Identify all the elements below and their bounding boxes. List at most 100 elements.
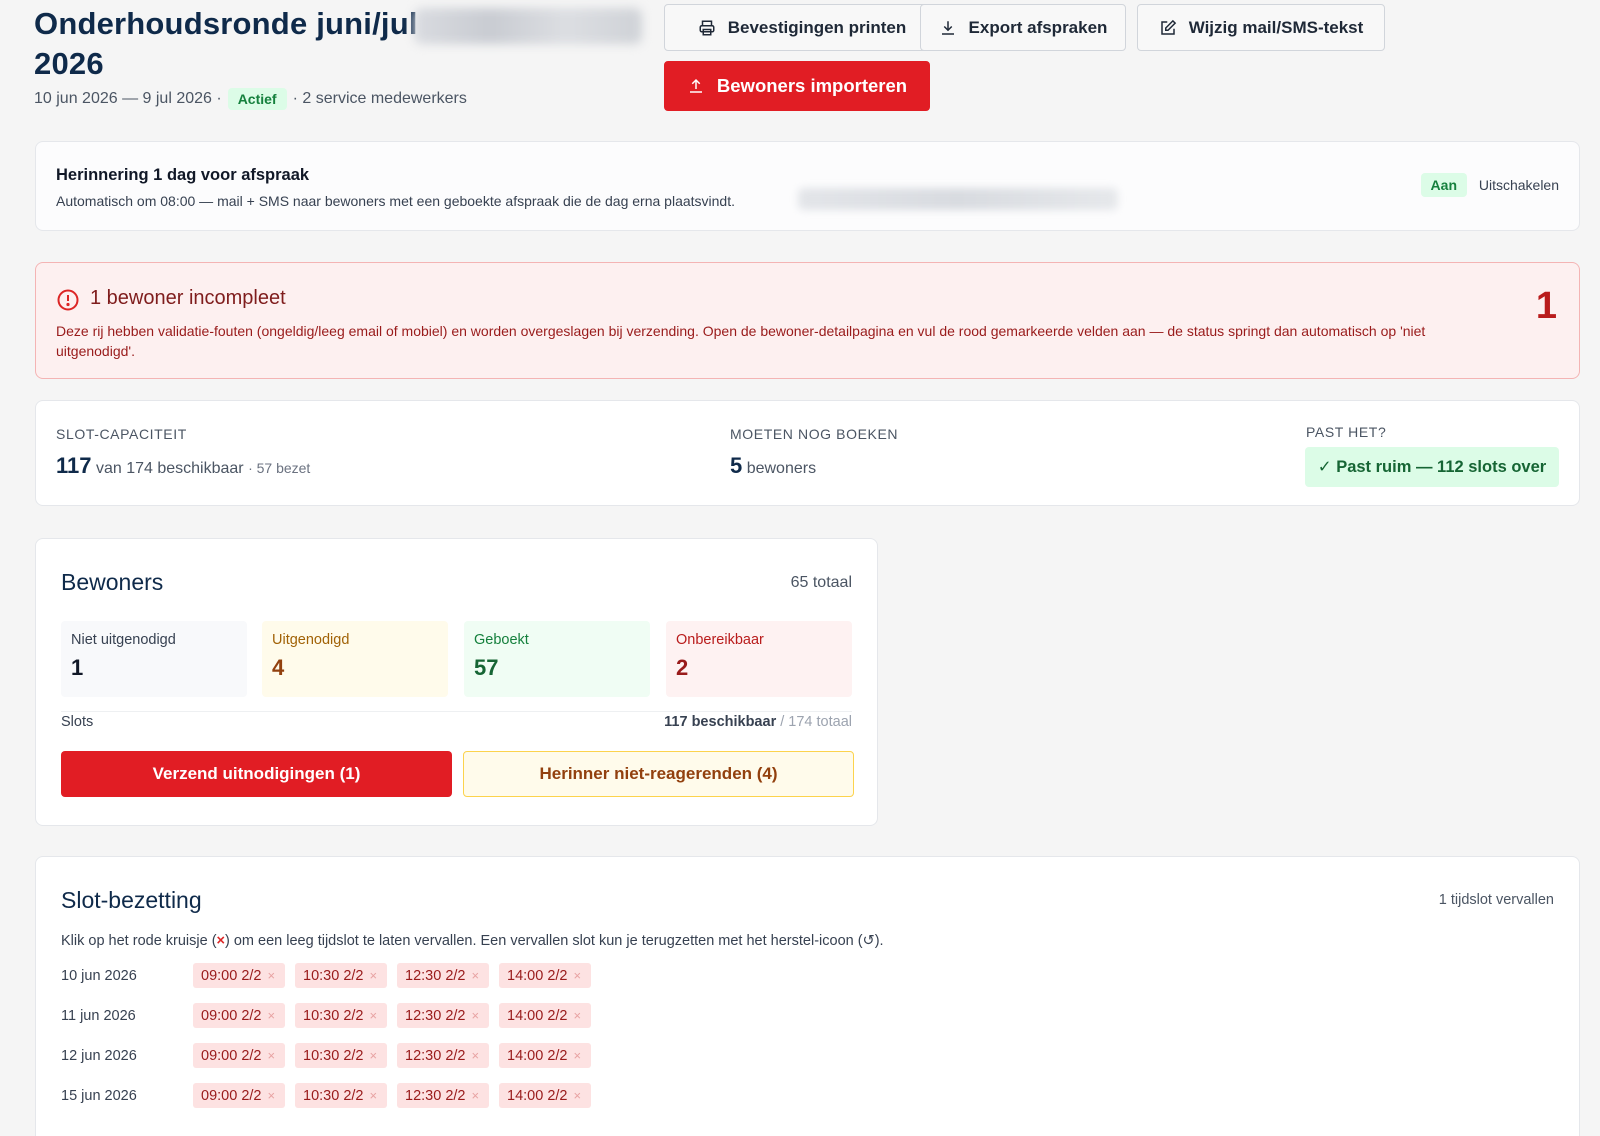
time-slot-chip[interactable]: 14:00 2/2 ×	[499, 1043, 591, 1068]
remove-slot-icon[interactable]: ×	[267, 968, 275, 983]
edit-message-text-button[interactable]: Wijzig mail/SMS-tekst	[1137, 4, 1385, 51]
red-x-icon: ×	[216, 933, 226, 949]
expired-slots-count: 1 tijdslot vervallen	[1438, 892, 1554, 908]
slot-day-row: 11 jun 2026 09:00 2/2 × 10:30 2/2 × 12:30 2/2…	[61, 1003, 601, 1028]
slot-occupancy-title: Slot-bezetting	[61, 887, 202, 913]
round-meta: 10 jun 2026 — 9 jul 2026 · Actief · 2 se…	[34, 86, 467, 112]
stat-label: Uitgenodigd	[272, 632, 350, 648]
time-slot-chip[interactable]: 10:30 2/2 ×	[295, 1003, 387, 1028]
stat-value: 4	[272, 655, 285, 680]
printer-icon	[699, 20, 715, 35]
slots-available: 117 beschikbaar	[664, 714, 777, 730]
import-residents-button[interactable]: Bewoners importeren	[664, 61, 930, 111]
remove-slot-icon[interactable]: ×	[471, 968, 479, 983]
remove-slot-icon[interactable]: ×	[267, 1008, 275, 1023]
slots-of-total: van 174 beschikbaar	[95, 460, 244, 477]
fit-status-badge: ✓ Past ruim — 112 slots over	[1305, 447, 1559, 487]
time-slot-chip[interactable]: 12:30 2/2 ×	[397, 1043, 489, 1068]
help-text-part: ) om een leeg tijdslot te laten vervalle…	[225, 933, 884, 949]
date-range: 10 jun 2026 — 9 jul 2026 ·	[34, 90, 222, 107]
remove-slot-icon[interactable]: ×	[369, 1048, 377, 1063]
still-to-book-value: 5 bewoners	[730, 453, 816, 479]
alert-count: 1	[1535, 285, 1557, 327]
remove-slot-icon[interactable]: ×	[369, 1088, 377, 1103]
redacted-reminder-text	[798, 188, 1118, 210]
stat-invited[interactable]: Uitgenodigd 4	[262, 621, 448, 697]
send-invitations-button[interactable]: Verzend uitnodigingen (1)	[61, 751, 452, 797]
print-confirmations-button[interactable]: Bevestigingen printen	[664, 4, 940, 51]
redacted-title-part	[414, 8, 642, 44]
time-slot-chip[interactable]: 10:30 2/2 ×	[295, 963, 387, 988]
reminder-description: Automatisch om 08:00 — mail + SMS naar b…	[56, 193, 735, 209]
capacity-card: SLOT-CAPACITEIT 117 van 174 beschikbaar …	[35, 400, 1580, 506]
remove-slot-icon[interactable]: ×	[471, 1088, 479, 1103]
alert-description: Deze rij hebben validatie-fouten (ongeld…	[56, 323, 1426, 359]
residents-total: 65 totaal	[790, 574, 852, 591]
time-slot-label: 12:30 2/2	[405, 1087, 466, 1104]
slot-date: 10 jun 2026	[61, 967, 137, 984]
remove-slot-icon[interactable]: ×	[573, 968, 581, 983]
remove-slot-icon[interactable]: ×	[573, 1008, 581, 1023]
export-appointments-button[interactable]: Export afspraken	[920, 4, 1126, 51]
slots-taken: · 57 bezet	[248, 460, 311, 476]
time-slot-chip[interactable]: 14:00 2/2 ×	[499, 963, 591, 988]
download-icon	[941, 20, 954, 35]
time-slot-label: 12:30 2/2	[405, 967, 466, 984]
help-text-part: Klik op het rode kruisje (	[61, 933, 217, 949]
does-it-fit-label: PAST HET?	[1306, 424, 1387, 440]
slot-day-row: 15 jun 2026 09:00 2/2 × 10:30 2/2 × 12:30 2/2…	[61, 1083, 601, 1108]
stat-unreachable[interactable]: Onbereikbaar 2	[666, 621, 852, 697]
remove-slot-icon[interactable]: ×	[573, 1088, 581, 1103]
remove-slot-icon[interactable]: ×	[471, 1048, 479, 1063]
time-slot-label: 10:30 2/2	[303, 967, 364, 984]
remove-slot-icon[interactable]: ×	[471, 1008, 479, 1023]
time-slot-label: 09:00 2/2	[201, 1007, 262, 1024]
remove-slot-icon[interactable]: ×	[369, 968, 377, 983]
slot-day-row: 10 jun 2026 09:00 2/2 × 10:30 2/2 × 12:30 2/2…	[61, 963, 601, 988]
page-title-line2: 2026	[34, 46, 104, 81]
slots-total: / 174 totaal	[780, 714, 852, 730]
stat-booked[interactable]: Geboekt 57	[464, 621, 650, 697]
time-slot-label: 12:30 2/2	[405, 1007, 466, 1024]
slot-occupancy-card: Slot-bezetting 1 tijdslot vervallen Klik…	[35, 856, 1580, 1136]
still-to-book-count: 5	[730, 453, 743, 478]
residents-card: Bewoners 65 totaal Niet uitgenodigd 1 Ui…	[35, 538, 878, 826]
export-label: Export afspraken	[968, 17, 1108, 37]
time-slot-label: 14:00 2/2	[507, 1087, 568, 1104]
slots-available-count: 117	[56, 453, 92, 478]
upload-icon	[689, 78, 702, 93]
slots-label: Slots	[61, 714, 94, 730]
remove-slot-icon[interactable]: ×	[267, 1088, 275, 1103]
slot-day-row: 12 jun 2026 09:00 2/2 × 10:30 2/2 × 12:30 2/2…	[61, 1043, 601, 1068]
divider	[61, 711, 852, 712]
time-slot-chip[interactable]: 09:00 2/2 ×	[193, 1003, 285, 1028]
time-slot-chip[interactable]: 10:30 2/2 ×	[295, 1083, 387, 1108]
remove-slot-icon[interactable]: ×	[369, 1008, 377, 1023]
disable-reminder-link[interactable]: Uitschakelen	[1479, 177, 1559, 193]
time-slot-chip[interactable]: 14:00 2/2 ×	[499, 1083, 591, 1108]
status-badge: Actief	[227, 88, 287, 110]
remove-slot-icon[interactable]: ×	[267, 1048, 275, 1063]
time-slot-chip[interactable]: 12:30 2/2 ×	[397, 963, 489, 988]
time-slot-chip[interactable]: 09:00 2/2 ×	[193, 963, 285, 988]
edit-text-label: Wijzig mail/SMS-tekst	[1188, 17, 1364, 37]
time-slot-chip[interactable]: 12:30 2/2 ×	[397, 1083, 489, 1108]
time-slot-chip[interactable]: 14:00 2/2 ×	[499, 1003, 591, 1028]
staff-count: · 2 service medewerkers	[292, 90, 467, 107]
stat-label: Niet uitgenodigd	[71, 632, 176, 648]
remove-slot-icon[interactable]: ×	[573, 1048, 581, 1063]
time-slot-chip[interactable]: 09:00 2/2 ×	[193, 1083, 285, 1108]
reminder-card: Herinnering 1 dag voor afspraak Automati…	[35, 141, 1580, 231]
stat-value: 1	[71, 655, 84, 680]
time-slot-chip[interactable]: 12:30 2/2 ×	[397, 1003, 489, 1028]
time-slot-chip[interactable]: 10:30 2/2 ×	[295, 1043, 387, 1068]
remind-non-responders-button[interactable]: Herinner niet-reagerenden (4)	[463, 751, 854, 797]
stat-label: Geboekt	[474, 632, 529, 648]
stat-not-invited[interactable]: Niet uitgenodigd 1	[61, 621, 247, 697]
residents-title: Bewoners	[61, 569, 164, 595]
stat-value: 57	[474, 655, 499, 680]
import-label: Bewoners importeren	[716, 75, 908, 96]
time-slot-label: 10:30 2/2	[303, 1087, 364, 1104]
time-slot-chip[interactable]: 09:00 2/2 ×	[193, 1043, 285, 1068]
slot-capacity-value: 117 van 174 beschikbaar · 57 bezet	[56, 453, 310, 479]
